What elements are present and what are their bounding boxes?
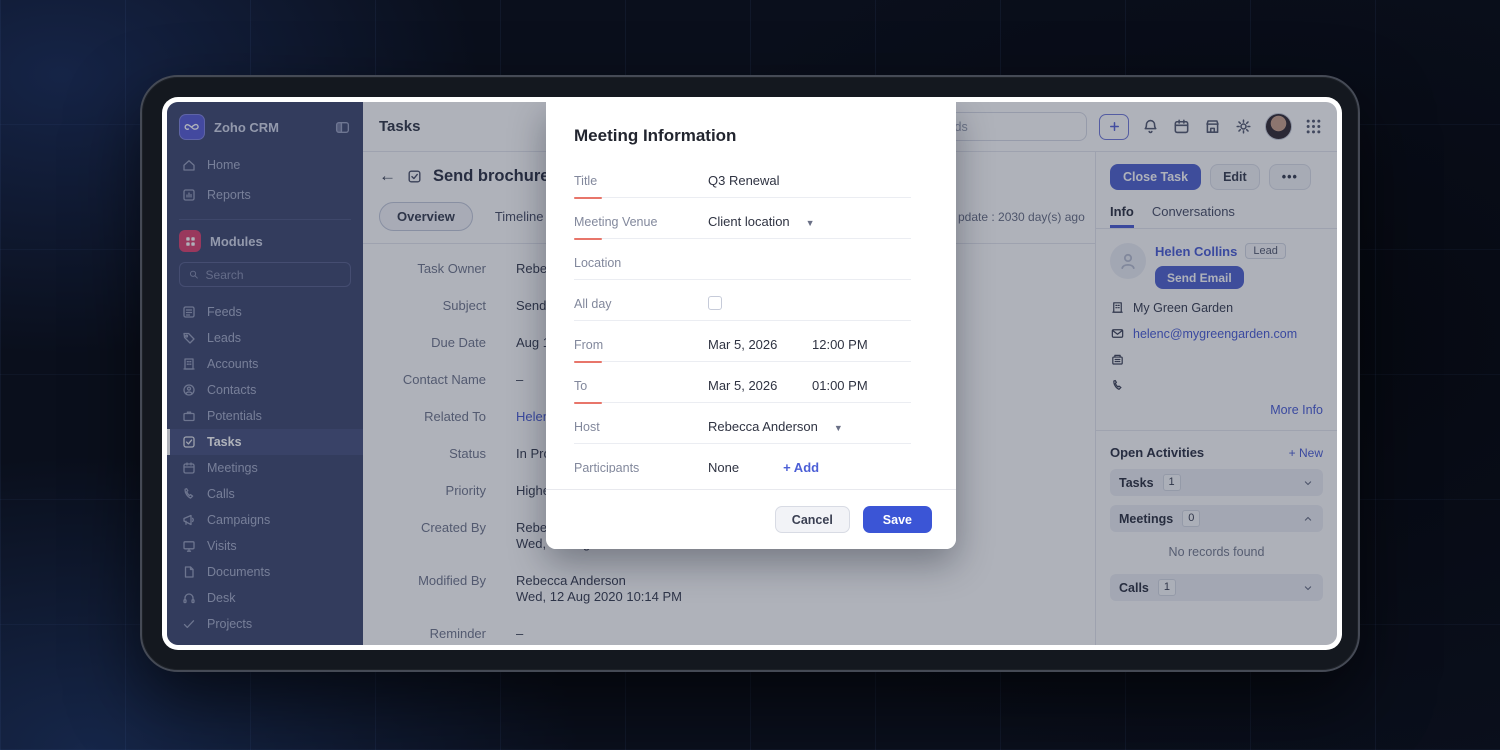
modal-field-title: Title Q3 Renewal <box>574 157 911 198</box>
modal-field-location: Location <box>574 239 911 280</box>
field-label: Participants <box>574 461 708 473</box>
host-select[interactable]: Rebecca Anderson▼ <box>708 419 843 434</box>
field-label: Location <box>574 256 708 270</box>
field-label: To <box>574 379 708 393</box>
field-label: From <box>574 338 708 352</box>
modal-field-participants: Participants None + Add <box>574 444 911 473</box>
modal-title: Meeting Information <box>546 102 956 146</box>
modal-field-venue: Meeting Venue Client location▼ <box>574 198 911 239</box>
modal-field-all-day: All day <box>574 280 911 321</box>
meeting-information-modal: Meeting Information Title Q3 Renewal Mee… <box>546 102 956 549</box>
modal-field-host: Host Rebecca Anderson▼ <box>574 403 911 444</box>
field-label: Meeting Venue <box>574 215 708 229</box>
app-window: Zoho CRM Home Reports Modules <box>162 97 1342 650</box>
modal-field-to: To Mar 5, 2026 01:00 PM <box>574 362 911 403</box>
from-date-input[interactable]: Mar 5, 2026 <box>708 337 804 352</box>
caret-down-icon: ▼ <box>826 423 843 434</box>
field-label: Host <box>574 420 708 434</box>
device-frame: Zoho CRM Home Reports Modules <box>140 75 1360 672</box>
participants-value: None <box>708 460 739 473</box>
to-date-input[interactable]: Mar 5, 2026 <box>708 378 804 393</box>
from-time-input[interactable]: 12:00 PM <box>812 337 868 352</box>
field-label: Title <box>574 174 708 188</box>
to-time-input[interactable]: 01:00 PM <box>812 378 868 393</box>
save-button[interactable]: Save <box>863 506 932 533</box>
caret-down-icon: ▼ <box>798 218 815 229</box>
venue-select[interactable]: Client location▼ <box>708 214 815 229</box>
cancel-button[interactable]: Cancel <box>775 506 850 533</box>
title-input[interactable]: Q3 Renewal <box>708 173 780 188</box>
all-day-checkbox[interactable] <box>708 296 722 310</box>
add-participants-link[interactable]: + Add <box>783 460 819 473</box>
field-label: All day <box>574 297 708 311</box>
modal-field-from: From Mar 5, 2026 12:00 PM <box>574 321 911 362</box>
